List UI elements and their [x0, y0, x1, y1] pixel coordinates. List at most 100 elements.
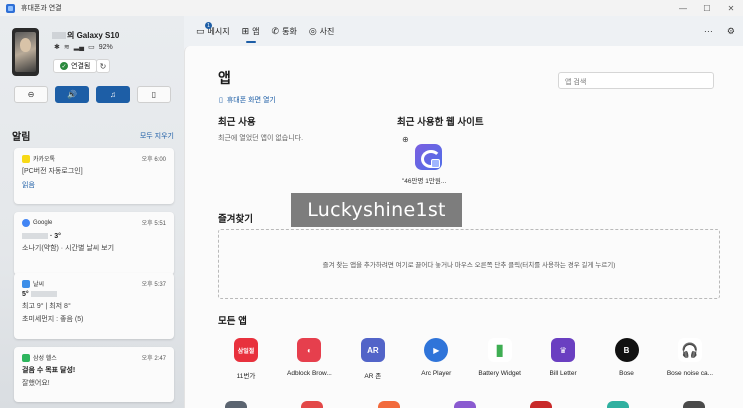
app-label: Adblock Brow... — [287, 370, 332, 377]
app-tile-bose-noise-cancelling[interactable]: 🎧 Bose noise ca... — [662, 338, 718, 380]
refresh-button[interactable]: ↻ — [96, 59, 110, 73]
notification-body: 5° — [22, 291, 166, 298]
title-bar: 휴대폰과 연결 — ☐ ✕ — [0, 0, 743, 16]
bill-letter-icon: ♛ — [551, 338, 576, 362]
phone-icon: ✆ — [271, 25, 280, 36]
close-button[interactable]: ✕ — [719, 0, 743, 16]
more-options-icon[interactable]: ··· — [704, 26, 713, 36]
unread-badge: 1 — [205, 22, 212, 29]
mark-read-link[interactable]: 읽음 — [22, 180, 166, 190]
app-tile-bill-letter[interactable]: ♛ Bill Letter — [535, 338, 591, 380]
notification-body: 소나기(약함) · 시간별 날씨 보기 — [22, 245, 115, 252]
device-name: 의 Galaxy S10 — [52, 30, 119, 41]
connected-label: 연결됨 — [71, 63, 91, 70]
samsung-health-icon — [22, 353, 30, 362]
app-label: Bose — [619, 370, 634, 377]
app-label: Battery Widget — [478, 370, 521, 377]
redacted-owner-name — [52, 32, 66, 40]
window-controls: — ☐ ✕ — [671, 0, 743, 16]
redacted-location — [22, 233, 48, 240]
tab-messages[interactable]: ▭ 1 메시지 — [196, 16, 230, 46]
notification-app: 카카오톡 — [33, 157, 56, 163]
sidebar: 의 Galaxy S10 ✱ ≋ ▂▄ ▭ 92% ✓ 연결됨 ↻ ⊖ 🔊 ♫ … — [0, 16, 184, 408]
app-tile-bose[interactable]: B Bose — [599, 338, 655, 380]
arc-player-icon: ▶ — [424, 338, 449, 362]
notification-app: 삼성 헬스 — [33, 356, 57, 362]
notification-card-kakaotalk[interactable]: 카카오톡 오후 6:00 [PC버전 자동로그인] 읽음 — [14, 148, 174, 204]
app-tile-partial[interactable] — [682, 401, 705, 408]
notification-card-google[interactable]: Google 오후 5:51 · 3° 소나기(약함) · 시간별 날씨 보기 — [14, 212, 174, 275]
recent-site-tile[interactable] — [415, 144, 442, 170]
app-search-input[interactable]: 앱 검색 — [558, 72, 714, 89]
phone-wallpaper-image — [12, 28, 39, 76]
bose-icon: B — [614, 338, 639, 362]
all-apps-list: 삼일절 11번가 ◐ Adblock Brow... AR AR 존 ▶ Arc… — [218, 338, 718, 380]
app-tile-arc-player[interactable]: ▶ Arc Player — [408, 338, 464, 380]
favorites-drop-zone[interactable]: 즐겨 찾는 앱을 추가하려면 여기로 끌어다 놓거나 마우스 오른쪽 단추 클릭… — [218, 229, 720, 299]
apps-panel: 앱 앱 검색 ▯ 휴대폰 화면 열기 최근 사용 최근에 열었던 앱이 없습니다… — [184, 46, 743, 408]
battery-widget-icon: ▮ — [487, 338, 512, 362]
app-tile-11st[interactable]: 삼일절 11번가 — [218, 338, 274, 380]
recent-site-label: "46만명 1만원... — [402, 178, 447, 185]
app-label: Bill Letter — [549, 370, 577, 377]
app-tile-partial[interactable] — [301, 401, 324, 408]
notification-time: 오후 5:37 — [141, 282, 166, 288]
media-button[interactable]: ♫ — [96, 86, 130, 103]
google-icon — [22, 218, 30, 227]
audio-toggle-button[interactable]: 🔊 — [55, 86, 89, 103]
apps-grid-icon: ⊞ — [241, 25, 250, 36]
notification-time: 오후 5:51 — [141, 221, 166, 227]
open-phone-screen-link[interactable]: ▯ 휴대폰 화면 열기 — [219, 95, 276, 105]
quick-actions: ⊖ 🔊 ♫ ▯ — [14, 86, 171, 103]
wifi-icon: ≋ — [63, 44, 70, 51]
redacted-location — [30, 291, 57, 298]
app-tile-partial[interactable] — [377, 401, 400, 408]
notifications-header: 알림 모두 지우기 — [12, 128, 174, 143]
recent-apps-empty: 최근에 열었던 앱이 없습니다. — [218, 135, 304, 142]
app-label: Bose noise ca... — [666, 370, 714, 377]
phone-link-logo-icon — [6, 3, 15, 13]
connection-status-button[interactable]: ✓ 연결됨 — [53, 59, 98, 73]
maximize-button[interactable]: ☐ — [695, 0, 719, 16]
minimize-button[interactable]: — — [671, 0, 695, 16]
notification-card-weather[interactable]: 날씨 오후 5:37 5° 최고 9° | 최저 8° 초미세먼지 : 좋음 (… — [14, 273, 174, 339]
favorites-title: 즐겨찾기 — [218, 214, 253, 225]
app-tile-ar-zone[interactable]: AR AR 존 — [345, 338, 401, 380]
tab-calls[interactable]: ✆ 통화 — [272, 16, 297, 46]
app-tile-partial[interactable] — [606, 401, 629, 408]
speaker-icon: 🔊 — [67, 90, 77, 99]
adblock-browser-icon: ◐ — [297, 338, 322, 362]
signal-icon: ▂▄ — [73, 44, 85, 51]
recent-sites-title: 최근 사용한 웹 사이트 — [397, 117, 484, 128]
vibrate-button[interactable]: ▯ — [137, 86, 171, 103]
recent-apps-title: 최근 사용 — [218, 117, 256, 128]
notification-app: 날씨 — [33, 282, 45, 288]
notification-body: · 3° — [22, 233, 166, 240]
watermark-overlay: Luckyshine1st — [291, 193, 462, 227]
clear-all-link[interactable]: 모두 지우기 — [140, 131, 174, 141]
notification-body: [PC버전 자동로그인] — [22, 168, 83, 175]
do-not-disturb-button[interactable]: ⊖ — [14, 86, 48, 103]
tab-photos[interactable]: ◎ 사진 — [309, 16, 335, 46]
app-label: 11번가 — [236, 373, 256, 380]
notification-body: 최고 9° | 최저 8° — [22, 303, 71, 310]
app-label: Arc Player — [421, 370, 452, 377]
tab-bar: ▭ 1 메시지 ⊞ 앱 ✆ 통화 ◎ 사진 ··· ⚙ — [184, 16, 743, 46]
notification-body: 걸음 수 목표 달성! — [22, 367, 76, 374]
app-tile-partial[interactable] — [530, 401, 553, 408]
app-tile-partial[interactable] — [225, 401, 247, 408]
settings-gear-icon[interactable]: ⚙ — [727, 26, 735, 37]
11st-app-icon: 삼일절 — [234, 338, 258, 362]
notification-time: 오후 2:47 — [141, 356, 166, 362]
page-title: 앱 — [218, 70, 231, 86]
ar-zone-icon: AR — [360, 338, 385, 362]
notifications-title: 알림 — [12, 132, 31, 143]
photos-icon: ◎ — [308, 25, 317, 36]
app-tile-partial[interactable] — [453, 401, 476, 408]
app-tile-adblock-browser[interactable]: ◐ Adblock Brow... — [281, 338, 337, 380]
notification-card-samsung-health[interactable]: 삼성 헬스 오후 2:47 걸음 수 목표 달성! 잘했어요! — [14, 347, 174, 402]
toolbar-tools: ··· ⚙ — [704, 16, 735, 46]
app-tile-battery-widget[interactable]: ▮ Battery Widget — [472, 338, 528, 380]
tab-apps[interactable]: ⊞ 앱 — [242, 16, 260, 46]
app-label: AR 존 — [364, 373, 382, 380]
